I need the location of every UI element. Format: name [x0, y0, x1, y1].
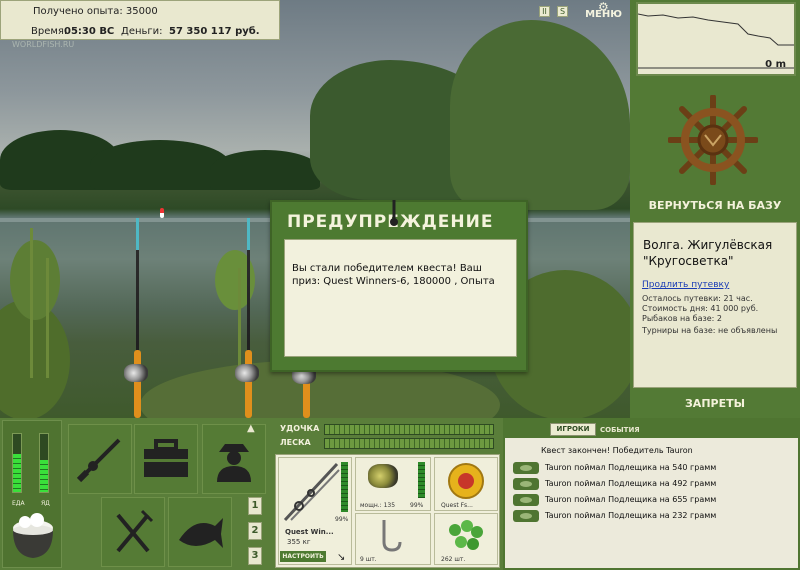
experience-text: Получено опыта: 35000 [33, 6, 158, 17]
fish-tile[interactable] [168, 497, 232, 567]
fish-icon [513, 510, 539, 522]
sound-button[interactable]: S [557, 6, 568, 17]
tackle-box-icon [144, 439, 188, 477]
line-tension-bar [324, 438, 494, 449]
rod-condition: 99% [335, 516, 349, 523]
setup-arrow-icon: ↘ [337, 552, 346, 563]
rod-condition-gauge [341, 462, 348, 512]
slot-button-2[interactable]: 2 [248, 522, 262, 540]
tab-players[interactable]: ИГРОКИ [550, 423, 596, 436]
food-meter-fill [13, 454, 21, 492]
depth-chart: 0 m [636, 2, 796, 76]
reel [124, 364, 148, 382]
line-spool-icon [448, 463, 484, 499]
line-tension-label: ЛЕСКА [280, 438, 311, 447]
rod-tension-bar [324, 424, 494, 435]
slot-button-1[interactable]: 1 [248, 497, 262, 515]
rod-handle [134, 350, 141, 418]
depth-value: 0 m [765, 59, 786, 70]
day-cost: Стоимость дня: 41 000 руб. [642, 304, 759, 313]
game-screen: Получено опыта: 35000 Время: 05:30 ВС Де… [0, 0, 800, 570]
rods-tile[interactable] [68, 424, 132, 494]
fisherman-tile[interactable] [202, 424, 266, 494]
list-item: Tauron поймал Подлещика на 655 грамм [545, 495, 717, 504]
food-tile[interactable] [101, 497, 165, 567]
poison-meter [39, 433, 49, 493]
slot-button-3[interactable]: 3 [248, 547, 262, 565]
peas-bait-icon [449, 520, 483, 550]
events-header: Квест закончен! Победитель Tauron [541, 446, 693, 455]
restrictions-button[interactable]: ЗАПРЕТЫ [632, 397, 798, 415]
rod-slot[interactable]: 99% Quest Win... 355 кг ↘ [278, 457, 352, 565]
fish-icon [513, 462, 539, 474]
poison-label: ЯД [41, 500, 50, 507]
tackle-box-tile[interactable] [134, 424, 198, 494]
base-name: Волга. Жигулёвская "Кругосветка" [643, 238, 773, 268]
fish-icon [513, 494, 539, 506]
warning-dialog: ПРЕДУПРЕЖДЕНИЕ Вы стали победителем квес… [270, 200, 528, 372]
hook-slot[interactable]: 9 шт. [355, 513, 431, 565]
return-to-base-button[interactable]: ВЕРНУТЬСЯ НА БАЗУ [632, 199, 798, 217]
cutlery-icon [116, 509, 154, 553]
pause-button[interactable]: II [539, 6, 550, 17]
player-info-panel: Получено опыта: 35000 Время: 05:30 ВС Де… [0, 0, 280, 40]
reel-power: мощн.: 135 [360, 502, 396, 509]
events-list: Квест закончен! Победитель Tauron Tauron… [505, 438, 798, 568]
hook-icon [382, 520, 402, 552]
food-meter [12, 433, 22, 493]
fish-icon [513, 478, 539, 490]
money-label: Деньги: [121, 26, 163, 37]
menu-button[interactable]: МЕНЮ [576, 3, 626, 25]
bait-count: 262 шт. [441, 556, 466, 563]
list-item: Tauron поймал Подлещика на 540 грамм [545, 463, 717, 472]
dialog-message: Вы стали победителем квеста! Ваш приз: Q… [284, 239, 517, 357]
reel-slot[interactable]: мощн.: 135 99% [355, 457, 431, 511]
setup-button[interactable]: НАСТРОИТЬ [280, 551, 326, 562]
money-value: 57 350 117 руб. [169, 26, 260, 37]
rod-handle [245, 350, 252, 418]
fisherman-icon [217, 444, 251, 482]
list-item: Tauron поймал Подлещика на 232 грамм [545, 511, 717, 520]
fish-icon [179, 518, 223, 548]
rod-tension-label: УДОЧКА [280, 424, 320, 433]
reel [235, 364, 259, 382]
hooks-count: 9 шт. [360, 556, 377, 563]
line-slot[interactable]: Quest Fs... [434, 457, 498, 511]
line-name: Quest Fs... [441, 502, 473, 509]
reel-condition-gauge [418, 462, 425, 498]
float [160, 208, 164, 218]
food-label: ЕДА [12, 500, 25, 507]
arrow-up-icon[interactable]: ▲ [247, 423, 255, 434]
bait-slot[interactable]: 262 шт. [434, 513, 498, 565]
rod-weight: 355 кг [287, 538, 311, 546]
tournaments-status: Турниры на базе: не объявлены [642, 326, 778, 335]
tab-events[interactable]: СОБЫТИЯ [600, 426, 640, 434]
rod-name: Quest Win... [285, 528, 334, 536]
time-label: Время: [31, 26, 68, 37]
reel-icon [368, 464, 398, 488]
ship-wheel-icon[interactable] [668, 95, 758, 185]
game-logo: WORLDFISH.RU [12, 40, 75, 49]
hook-icon [390, 200, 398, 226]
time-value: 05:30 ВС [64, 26, 115, 37]
base-info-card: Волга. Жигулёвская "Кругосветка" Продлит… [633, 222, 797, 388]
permit-remaining: Осталось путевки: 21 час. [642, 294, 753, 303]
fishing-rod-icon [283, 462, 340, 522]
list-item: Tauron поймал Подлещика на 492 грамм [545, 479, 717, 488]
fishing-rod-icon [76, 438, 121, 483]
extend-permit-link[interactable]: Продлить путевку [642, 280, 729, 290]
fishers-count: Рыбаков на базе: 2 [642, 314, 722, 323]
poison-meter-fill [40, 460, 48, 492]
pot-icon[interactable] [8, 512, 58, 562]
reel-condition: 99% [410, 502, 424, 509]
